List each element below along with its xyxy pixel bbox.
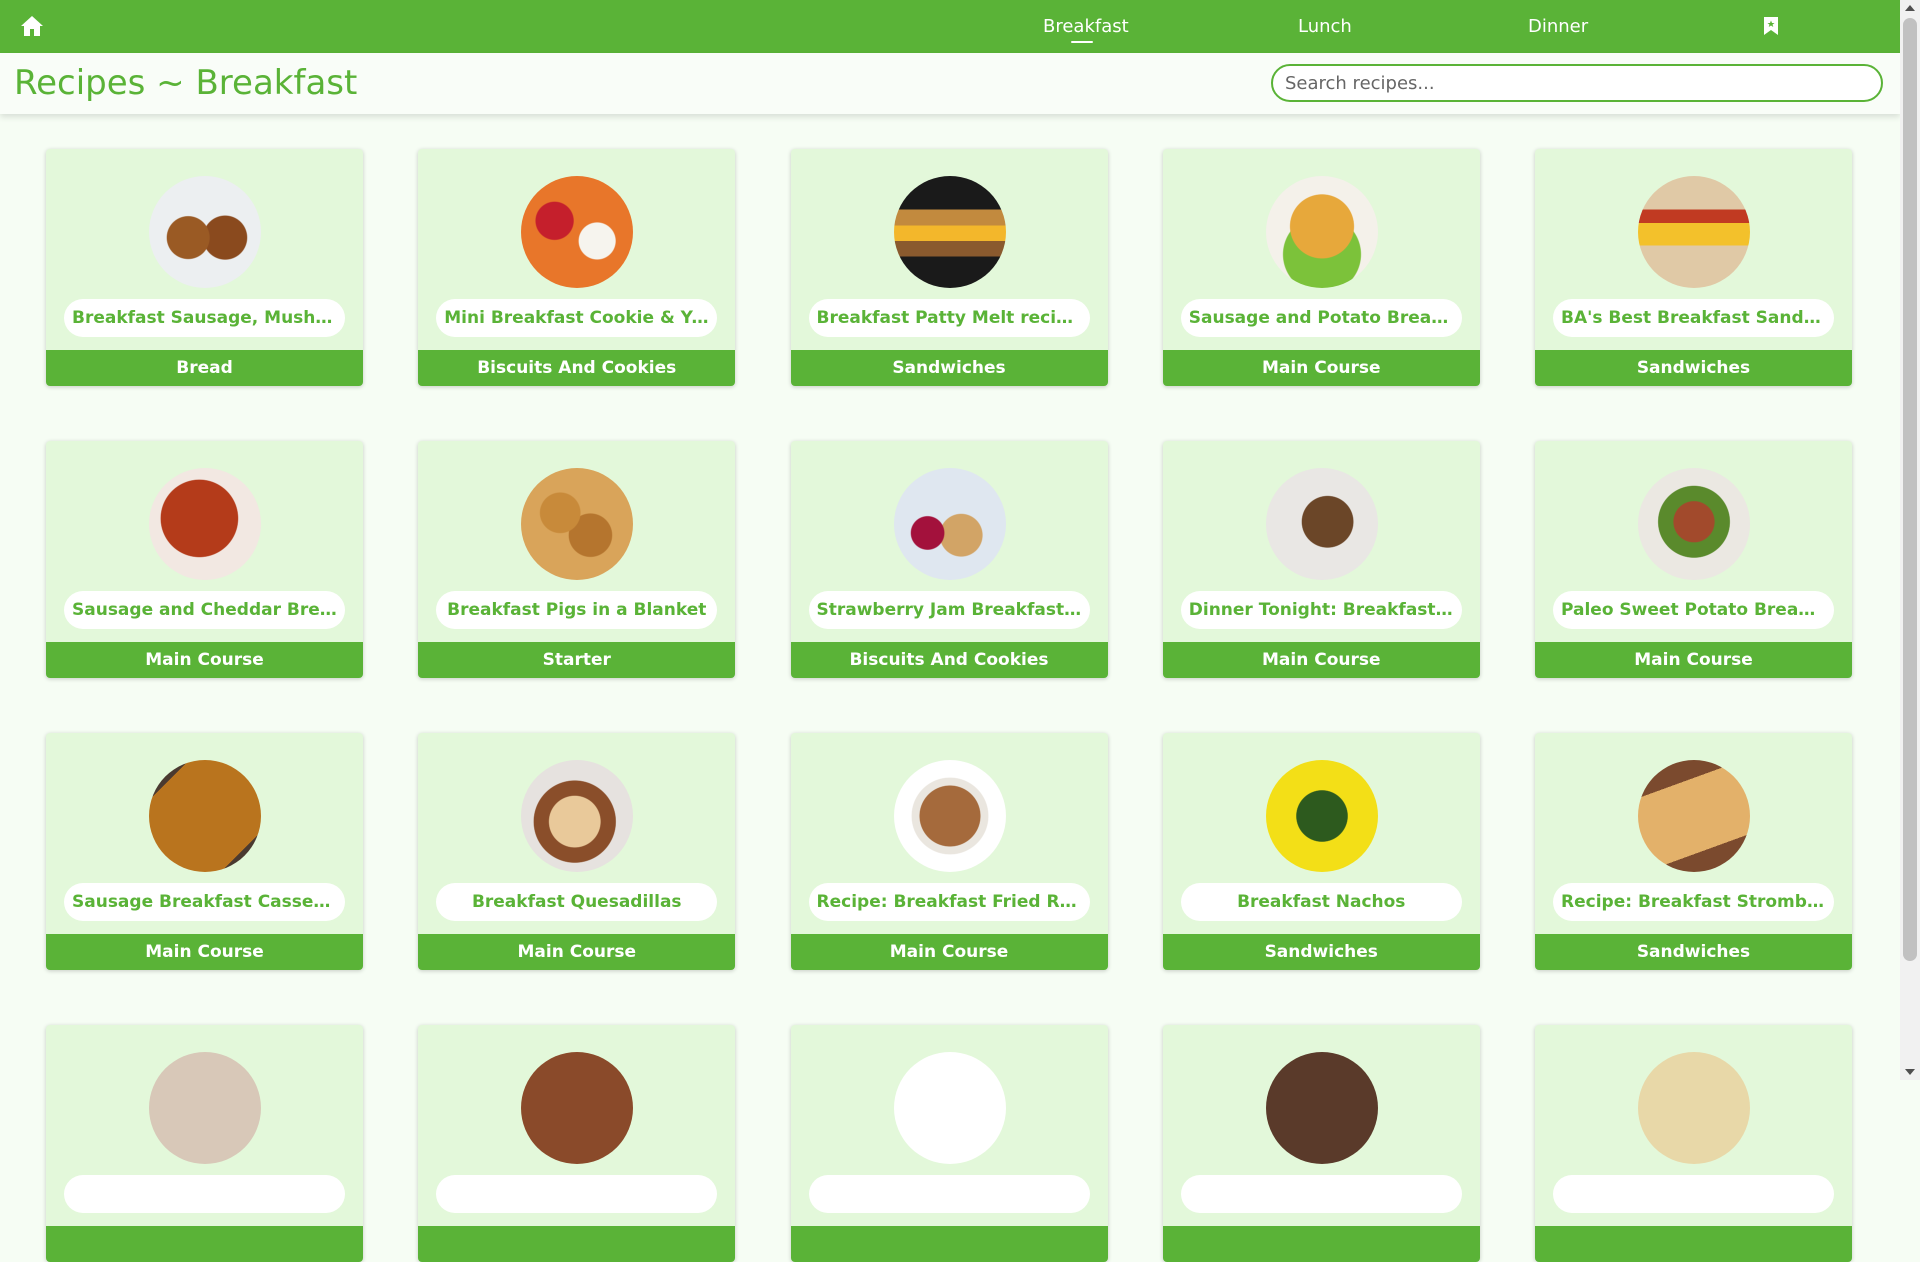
recipe-card[interactable]: Dinner Tonight: Breakfast Sa... Main Cour… <box>1162 441 1480 678</box>
recipe-thumbnail <box>149 468 261 580</box>
recipe-card[interactable]: Breakfast Sausage, Mushroo... Bread <box>46 149 363 386</box>
recipe-title: Recipe: Breakfast Fried Rice <box>808 883 1090 921</box>
recipe-card[interactable]: BA's Best Breakfast Sandwich Sandwiches <box>1535 149 1852 386</box>
recipe-title: Breakfast Patty Melt recipes <box>808 299 1090 337</box>
recipe-thumbnail <box>1638 468 1750 580</box>
recipe-thumbnail <box>893 468 1006 580</box>
recipe-category: Biscuits And Cookies <box>790 642 1108 678</box>
recipe-category: Main Course <box>418 934 736 970</box>
recipe-category <box>1535 1226 1852 1262</box>
recipe-category: Sandwiches <box>1535 350 1852 386</box>
recipe-title: Dinner Tonight: Breakfast Sa... <box>1180 591 1462 629</box>
recipe-thumbnail <box>521 1052 634 1164</box>
recipe-card[interactable]: Breakfast Patty Melt recipes Sandwiches <box>790 149 1108 386</box>
recipe-card[interactable]: Mini Breakfast Cookie & Yog... Biscuits A… <box>418 149 736 386</box>
page-title: Recipes ~ Breakfast <box>14 63 358 103</box>
recipe-thumbnail <box>149 760 261 872</box>
recipe-title: Sausage and Potato Breakfas... <box>1180 299 1462 337</box>
recipe-thumbnail <box>521 176 634 288</box>
recipe-title: Breakfast Sausage, Mushroo... <box>64 299 345 337</box>
scrollbar-thumb[interactable] <box>1903 18 1917 961</box>
recipe-title: Strawberry Jam Breakfast Bi... <box>808 591 1090 629</box>
recipe-title: BA's Best Breakfast Sandwich <box>1553 299 1834 337</box>
recipe-title <box>64 1175 345 1213</box>
recipe-grid: Breakfast Sausage, Mushroo... Bread Mini B… <box>46 149 1852 1262</box>
recipe-card[interactable]: Recipe: Breakfast Fried Rice Main Course <box>790 733 1108 970</box>
recipe-title: Recipe: Breakfast Stromboli <box>1553 883 1834 921</box>
recipe-category: Sandwiches <box>1162 934 1480 970</box>
recipe-title <box>1180 1175 1462 1213</box>
recipe-category: Sandwiches <box>1535 934 1852 970</box>
recipe-category: Main Course <box>46 934 363 970</box>
recipe-thumbnail <box>1265 760 1378 872</box>
recipe-title: Breakfast Pigs in a Blanket <box>436 591 718 629</box>
recipe-card[interactable]: Recipe: Breakfast Stromboli Sandwiches <box>1535 733 1852 970</box>
recipe-category: Main Course <box>46 642 363 678</box>
recipe-title: Sausage and Cheddar Breakf... <box>64 591 345 629</box>
page-header: Recipes ~ Breakfast <box>0 53 1900 114</box>
recipe-thumbnail <box>521 760 634 872</box>
recipe-thumbnail <box>893 1052 1006 1164</box>
recipe-card[interactable] <box>418 1025 736 1262</box>
recipe-card[interactable]: Sausage and Cheddar Breakf... Main Course <box>46 441 363 678</box>
recipe-thumbnail <box>1638 760 1750 872</box>
recipe-category <box>46 1226 363 1262</box>
recipe-card[interactable] <box>46 1025 363 1262</box>
recipe-category <box>418 1226 736 1262</box>
recipe-title: Paleo Sweet Potato Breakfas... <box>1553 591 1834 629</box>
bookmark-icon[interactable] <box>1763 16 1779 36</box>
recipe-title: Mini Breakfast Cookie & Yog... <box>436 299 718 337</box>
recipe-card[interactable] <box>1535 1025 1852 1262</box>
recipe-category: Biscuits And Cookies <box>418 350 736 386</box>
recipe-category: Main Course <box>790 934 1108 970</box>
recipe-title: Breakfast Nachos <box>1180 883 1462 921</box>
recipe-thumbnail <box>521 468 634 580</box>
recipe-card[interactable]: Paleo Sweet Potato Breakfas... Main Cours… <box>1535 441 1852 678</box>
recipe-thumbnail <box>1638 1052 1750 1164</box>
recipe-thumbnail <box>1265 176 1378 288</box>
recipe-category: Main Course <box>1535 642 1852 678</box>
recipe-category: Bread <box>46 350 363 386</box>
recipe-category: Sandwiches <box>790 350 1108 386</box>
scrollbar[interactable] <box>1900 0 1920 1080</box>
recipe-category <box>1162 1226 1480 1262</box>
recipe-card[interactable]: Sausage Breakfast Casserole Main Course <box>46 733 363 970</box>
nav-dinner[interactable]: Dinner <box>1528 0 1588 53</box>
recipe-category <box>790 1226 1108 1262</box>
recipe-category: Main Course <box>1162 642 1480 678</box>
recipe-title <box>436 1175 718 1213</box>
recipe-card[interactable] <box>790 1025 1108 1262</box>
top-navbar: Breakfast Lunch Dinner <box>0 0 1900 53</box>
nav-lunch[interactable]: Lunch <box>1298 0 1352 53</box>
recipe-card[interactable]: Breakfast Nachos Sandwiches <box>1162 733 1480 970</box>
recipe-title: Breakfast Quesadillas <box>436 883 718 921</box>
recipe-thumbnail <box>1638 176 1750 288</box>
recipe-card[interactable]: Breakfast Quesadillas Main Course <box>418 733 736 970</box>
recipe-thumbnail <box>893 176 1006 288</box>
nav-breakfast[interactable]: Breakfast <box>1043 0 1129 53</box>
recipe-category: Main Course <box>1162 350 1480 386</box>
recipe-thumbnail <box>149 176 261 288</box>
recipe-title <box>808 1175 1090 1213</box>
recipe-title: Sausage Breakfast Casserole <box>64 883 345 921</box>
recipe-card[interactable]: Sausage and Potato Breakfas... Main Cours… <box>1162 149 1480 386</box>
recipe-title <box>1553 1175 1834 1213</box>
scroll-up-arrow-icon[interactable] <box>1905 5 1915 11</box>
home-icon[interactable] <box>20 15 44 37</box>
recipe-thumbnail <box>893 760 1006 872</box>
recipe-thumbnail <box>1265 468 1378 580</box>
scroll-down-arrow-icon[interactable] <box>1905 1069 1915 1075</box>
recipe-card[interactable] <box>1162 1025 1480 1262</box>
search-input[interactable] <box>1271 64 1883 102</box>
recipe-thumbnail <box>1265 1052 1378 1164</box>
recipe-card[interactable]: Strawberry Jam Breakfast Bi... Biscuits A… <box>790 441 1108 678</box>
recipe-category: Starter <box>418 642 736 678</box>
recipe-card[interactable]: Breakfast Pigs in a Blanket Starter <box>418 441 736 678</box>
recipe-thumbnail <box>149 1052 261 1164</box>
